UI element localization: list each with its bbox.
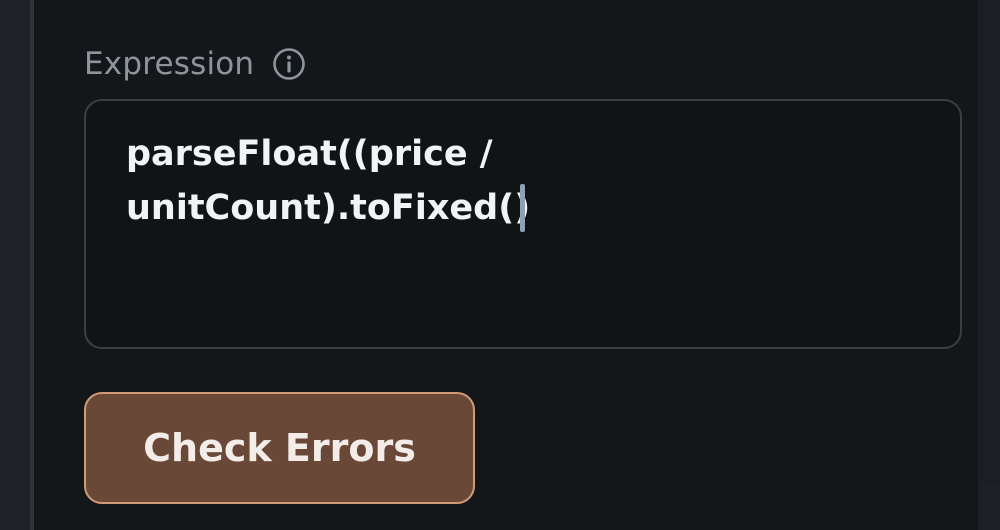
expression-input[interactable]: parseFloat((price / unitCount).toFixed() bbox=[84, 99, 962, 349]
check-errors-button[interactable]: Check Errors bbox=[84, 392, 475, 504]
expression-label: Expression bbox=[84, 46, 255, 82]
expression-line-1: parseFloat((price / bbox=[126, 134, 493, 174]
expression-line-2: unitCount).toFixed() bbox=[126, 188, 531, 228]
expression-text[interactable]: parseFloat((price / unitCount).toFixed() bbox=[126, 127, 546, 235]
text-caret bbox=[520, 184, 525, 232]
right-edge-panel bbox=[978, 0, 1000, 485]
info-circle-icon-glyph bbox=[273, 48, 306, 80]
info-circle-icon[interactable] bbox=[272, 47, 306, 81]
left-rail bbox=[0, 0, 34, 530]
expression-label-row: Expression bbox=[84, 44, 306, 84]
editor-canvas: Expression parseFloat((price / unitCount)… bbox=[0, 0, 1000, 530]
